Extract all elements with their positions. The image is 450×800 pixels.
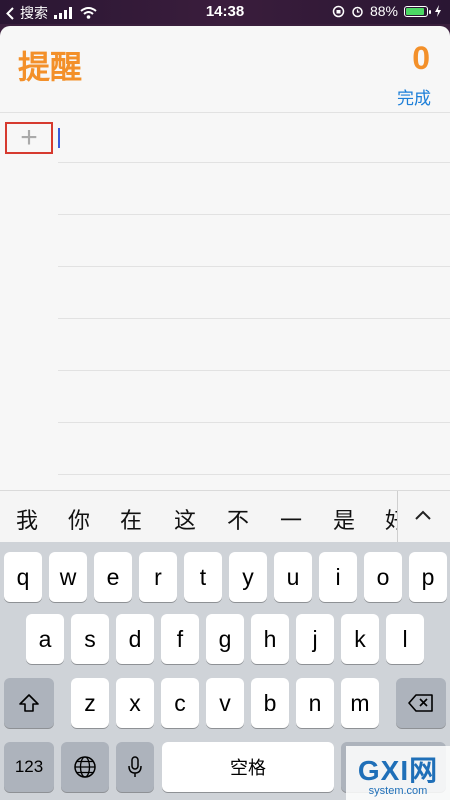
key-l[interactable]: l — [386, 614, 424, 664]
add-reminder-button[interactable]: + — [5, 122, 53, 154]
key-y[interactable]: y — [229, 552, 267, 602]
dictation-key[interactable] — [116, 742, 154, 792]
watermark-logo: GXI网 — [357, 755, 439, 786]
watermark-site: system.com — [368, 785, 428, 797]
key-h[interactable]: h — [251, 614, 289, 664]
candidate-word[interactable]: 这 — [174, 503, 196, 535]
key-r[interactable]: r — [139, 552, 177, 602]
divider — [58, 318, 450, 319]
candidate-word[interactable]: 一 — [280, 503, 302, 535]
divider — [58, 214, 450, 215]
divider — [58, 266, 450, 267]
divider — [58, 474, 450, 475]
key-c[interactable]: c — [161, 678, 199, 728]
key-a[interactable]: a — [26, 614, 64, 664]
key-v[interactable]: v — [206, 678, 244, 728]
key-n[interactable]: n — [296, 678, 334, 728]
rotation-lock-icon — [332, 5, 345, 17]
key-q[interactable]: q — [4, 552, 42, 602]
key-f[interactable]: f — [161, 614, 199, 664]
candidate-word[interactable]: 好 — [385, 503, 397, 535]
alarm-icon — [352, 6, 363, 17]
numbers-key[interactable]: 123 — [4, 742, 54, 792]
key-z[interactable]: z — [71, 678, 109, 728]
divider — [58, 162, 450, 163]
space-key[interactable]: 空格 — [162, 742, 334, 792]
divider — [0, 112, 450, 113]
shift-key[interactable] — [4, 678, 54, 728]
key-e[interactable]: e — [94, 552, 132, 602]
divider — [58, 422, 450, 423]
battery-icon — [404, 5, 431, 17]
key-g[interactable]: g — [206, 614, 244, 664]
key-u[interactable]: u — [274, 552, 312, 602]
key-x[interactable]: x — [116, 678, 154, 728]
divider — [397, 491, 398, 542]
status-bar: 搜索 14:38 88% — [0, 0, 450, 24]
candidate-word[interactable]: 你 — [68, 503, 90, 535]
candidate-word[interactable]: 不 — [227, 503, 249, 535]
backspace-icon — [408, 694, 433, 712]
key-p[interactable]: p — [409, 552, 447, 602]
key-t[interactable]: t — [184, 552, 222, 602]
microphone-icon — [128, 756, 142, 777]
key-b[interactable]: b — [251, 678, 289, 728]
divider — [58, 370, 450, 371]
site-watermark: GXI网 system.com — [346, 746, 450, 800]
globe-key[interactable] — [61, 742, 109, 792]
globe-icon — [74, 756, 96, 778]
charging-icon — [435, 5, 441, 17]
key-i[interactable]: i — [319, 552, 357, 602]
plus-icon: + — [20, 121, 38, 154]
candidate-bar: 我 你 在 这 不 一 是 好 — [0, 490, 450, 543]
key-o[interactable]: o — [364, 552, 402, 602]
done-button[interactable]: 完成 — [397, 84, 431, 109]
shift-icon — [19, 694, 39, 712]
key-k[interactable]: k — [341, 614, 379, 664]
key-w[interactable]: w — [49, 552, 87, 602]
key-m[interactable]: m — [341, 678, 379, 728]
expand-candidates-icon[interactable] — [412, 505, 434, 527]
backspace-key[interactable] — [396, 678, 446, 728]
key-j[interactable]: j — [296, 614, 334, 664]
candidate-word[interactable]: 是 — [333, 503, 355, 535]
candidate-word[interactable]: 在 — [120, 503, 142, 535]
reminder-count: 0 — [412, 40, 430, 76]
key-s[interactable]: s — [71, 614, 109, 664]
reminders-sheet: 提醒 0 完成 + — [0, 26, 450, 490]
battery-percent: 88% — [369, 3, 398, 19]
text-cursor — [58, 128, 60, 148]
key-d[interactable]: d — [116, 614, 154, 664]
list-title: 提醒 — [18, 49, 83, 85]
candidate-word[interactable]: 我 — [16, 503, 38, 535]
